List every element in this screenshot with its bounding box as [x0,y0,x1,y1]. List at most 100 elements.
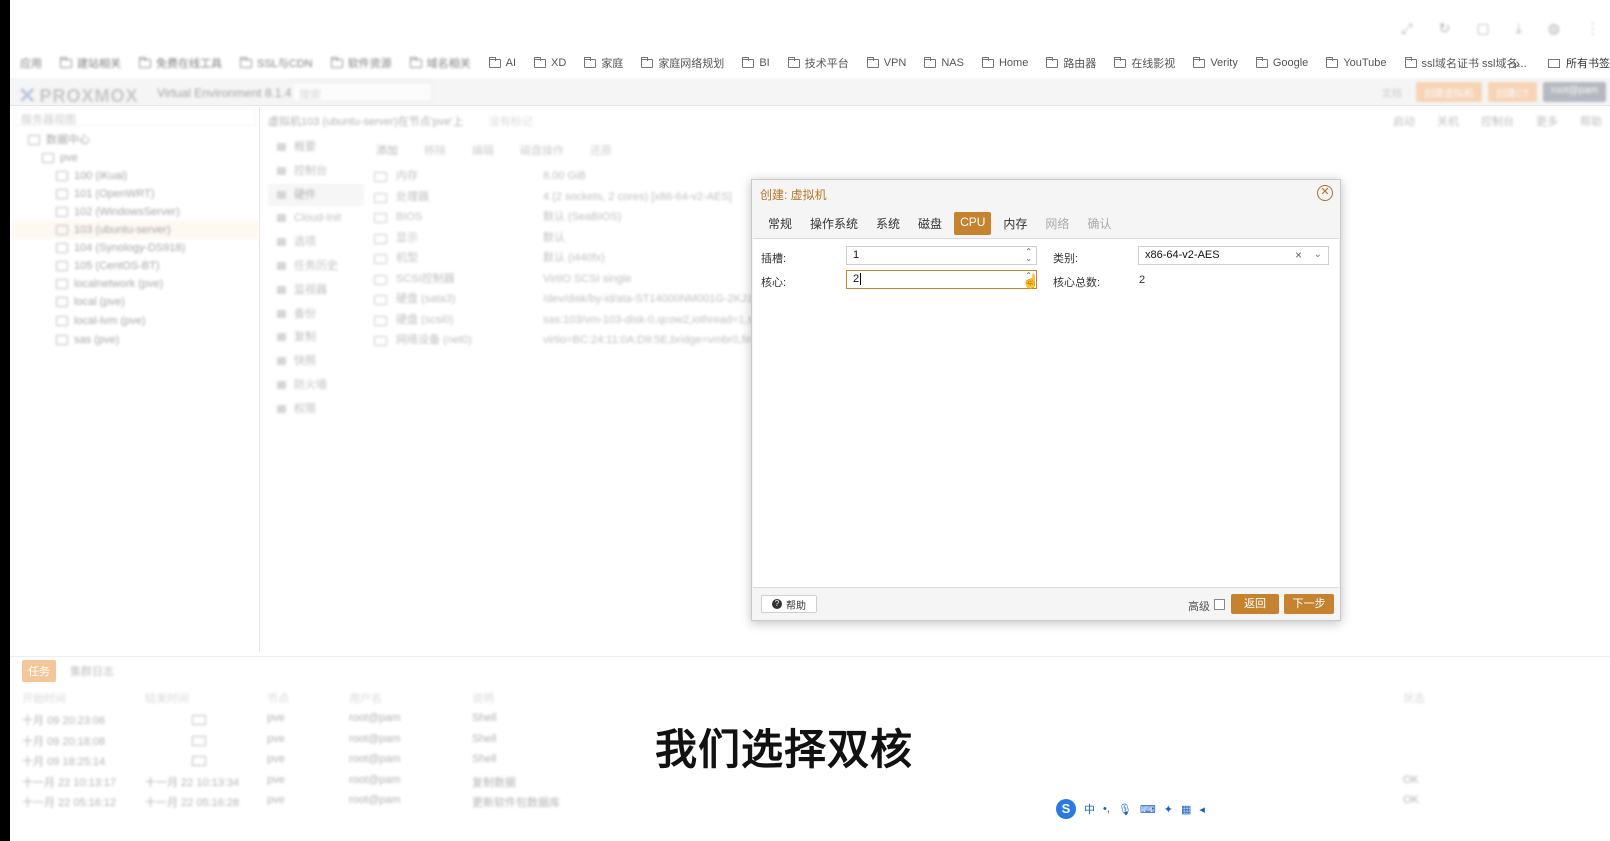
nav-item[interactable]: 复制 [268,326,364,348]
tree-item[interactable]: 104 (Synology-DS918) [56,239,185,257]
user-menu-button[interactable]: root@pam [1543,82,1606,102]
tree-item[interactable]: 103 (ubuntu-server) [11,221,259,239]
cast-icon[interactable]: ⤢ [1401,20,1412,37]
tab-cpu[interactable]: CPU [954,212,992,235]
nav-item[interactable]: 概要 [268,136,364,158]
tree-item[interactable]: 105 (CentOS-BT) [56,257,160,275]
nav-item[interactable]: 控制台 [268,160,364,182]
advanced-checkbox[interactable] [1214,599,1225,610]
settings-icon[interactable]: ◂ [1199,803,1205,816]
bookmark-item[interactable]: AI [488,56,516,69]
mic-icon[interactable]: 🎙 [1118,803,1132,816]
col-end[interactable]: 结束时间 [145,690,189,706]
tree-item[interactable]: 102 (WindowsServer) [56,203,180,221]
create-vm-button[interactable]: 创建虚拟机 [1415,82,1482,102]
col-desc[interactable]: 说明 [472,690,494,706]
clear-icon[interactable]: × [1295,248,1302,262]
nav-item[interactable]: 权限 [268,398,364,420]
search-input[interactable]: 搜索 [292,82,432,102]
sockets-field[interactable]: 1 ⌃ ⌄ [846,246,1037,265]
more-button[interactable]: 更多 [1536,113,1558,129]
task-row[interactable]: 十一月 22 05:16:12 十一月 22 05:16:28 pve root@pa… [10,791,1610,811]
tree-item[interactable]: local-lvm (pve) [56,312,146,330]
toolbox-icon[interactable]: ▦ [1181,803,1191,816]
col-start[interactable]: 开始时间 [22,690,66,706]
skin-icon[interactable]: ✦ [1164,803,1173,816]
tree-item[interactable]: pve [42,149,78,167]
spinner-icon[interactable]: ⌃ ⌄ [1025,248,1032,263]
bookmark-item[interactable]: 建站相关 [60,55,121,71]
tree-item[interactable]: local (pve) [56,293,125,311]
hardware-row[interactable]: 硬盘 (scsi0) sas:103/vm-103-disk-0.qcow2,io… [370,310,760,330]
tree-item[interactable]: localnetwork (pve) [56,275,163,293]
nav-item[interactable]: Cloud-Init [268,207,364,229]
hardware-row[interactable]: 处理器 4 (2 sockets, 2 cores) [x86-64-v2-AES… [370,187,760,207]
bookmark-item[interactable]: 家庭网络规划 [641,55,724,71]
help-button[interactable]: 帮助 [1580,113,1602,129]
refresh-icon[interactable]: ↻ [1439,20,1451,37]
tree-item[interactable]: 数据中心 [28,131,90,149]
remove-button[interactable]: 移除 [424,142,446,158]
dialog-help-button[interactable]: ? 帮助 [761,595,817,613]
bookmark-item[interactable]: SSL与CDN [240,55,313,71]
tab-disks[interactable]: 磁盘 [912,212,948,235]
console-button[interactable]: 控制台 [1481,113,1514,129]
bookmark-item[interactable]: 在线影视 [1114,55,1175,71]
tab-general[interactable]: 常规 [762,212,798,235]
menu-icon[interactable]: ⋮ [1586,20,1600,37]
sogou-icon[interactable]: S [1056,799,1076,819]
col-node[interactable]: 节点 [267,690,289,706]
all-bookmarks-button[interactable]: 所有书签 [1548,55,1610,71]
nav-item[interactable]: 监视器 [268,279,364,301]
keyboard-icon[interactable]: ⌨ [1140,803,1156,816]
hardware-row[interactable]: 网络设备 (net0) virtio=BC:24:11:0A:D9:5E,brid… [370,330,760,350]
tab-memory[interactable]: 内存 [997,212,1033,235]
tab-tasks[interactable]: 任务 [22,660,56,682]
hardware-row[interactable]: BIOS 默认 (SeaBIOS) [370,207,760,227]
tab-system[interactable]: 系统 [870,212,906,235]
nav-item[interactable]: 选项 [268,231,364,253]
bookmark-item[interactable]: 域名相关 [409,55,471,71]
download-icon[interactable]: ⤓ [1516,20,1522,37]
col-status[interactable]: 状态 [1403,690,1425,706]
revert-button[interactable]: 还原 [590,142,612,158]
edit-button[interactable]: 编辑 [472,142,494,158]
bookmark-item[interactable]: 软件资源 [330,55,392,71]
bookmark-item[interactable]: 家庭 [584,55,623,71]
next-button[interactable]: 下一步 [1284,594,1334,614]
tab-icon[interactable]: ▢ [1476,20,1489,37]
chevron-down-icon[interactable]: ⌄ [1314,249,1322,260]
hardware-row[interactable]: SCSI控制器 VirtIO SCSI single [370,269,760,289]
close-icon[interactable]: ✕ [1317,185,1333,201]
bookmark-item[interactable]: 应用 [20,55,42,71]
nav-item[interactable]: 硬件 [268,183,364,206]
start-button[interactable]: 启动 [1393,113,1415,129]
nav-item[interactable]: 任务历史 [268,255,364,277]
back-button[interactable]: 返回 [1231,594,1279,614]
hardware-row[interactable]: 内存 8.00 GiB [370,166,760,186]
tab-os[interactable]: 操作系统 [804,212,864,235]
ime-mode[interactable]: 中 [1084,801,1095,817]
hardware-row[interactable]: 机型 默认 (i440fx) [370,248,760,268]
bookmark-item[interactable]: Verity [1193,56,1238,69]
bookmarks-more-button[interactable]: » [1512,55,1520,71]
bookmark-item[interactable]: 路由器 [1046,55,1096,71]
vm-tags[interactable]: 没有标记 [489,116,533,128]
add-button[interactable]: 添加 [376,142,398,158]
tree-item[interactable]: sas (pve) [56,331,119,349]
bookmark-item[interactable]: Home [981,56,1028,69]
tree-item[interactable]: 100 (iKuai) [56,167,127,185]
tree-view-select[interactable]: 服务器视图 [14,108,256,126]
hardware-row[interactable]: 硬盘 (sata3) /dev/disk/by-id/ata-ST14000NM0… [370,289,760,309]
bookmark-item[interactable]: VPN [866,56,906,69]
nav-item[interactable]: 备份 [268,303,364,325]
bookmark-item[interactable]: ssl域名证书 ssl域名... [1404,55,1527,71]
hardware-row[interactable]: 显示 默认 [370,228,760,248]
shutdown-button[interactable]: 关机 [1437,113,1459,129]
window-controls[interactable]: ⤢ ↻ ▢ ⤓ ◍ ⋮ [1401,20,1600,37]
bookmark-item[interactable]: Google [1255,56,1308,69]
bookmark-item[interactable]: 技术平台 [787,55,849,71]
bookmark-item[interactable]: YouTube [1326,56,1387,69]
bookmark-item[interactable]: 免费在线工具 [139,55,222,71]
bookmark-item[interactable]: BI [742,56,770,69]
